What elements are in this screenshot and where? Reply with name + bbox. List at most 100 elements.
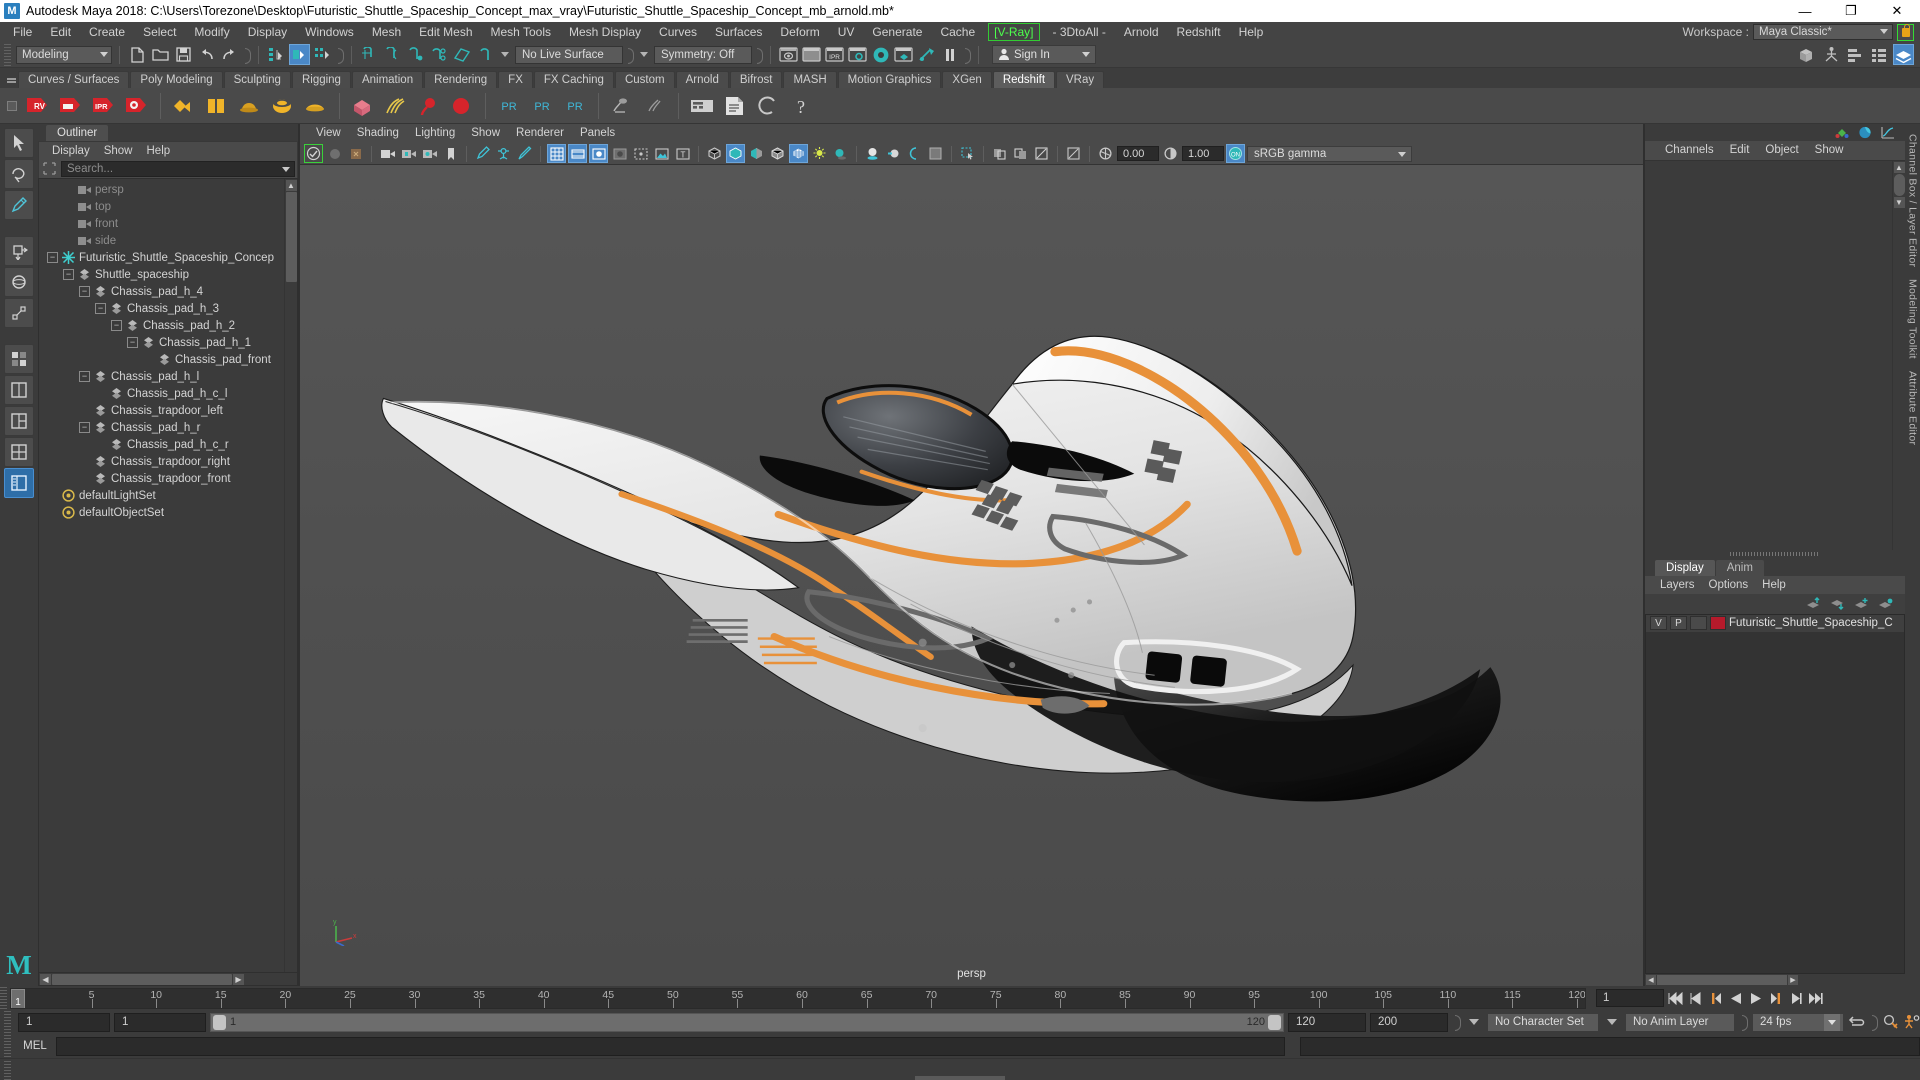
layer-display-type-toggle[interactable]: [1690, 616, 1707, 630]
bookmark-icon[interactable]: [441, 144, 460, 163]
snap-to-point-button[interactable]: [405, 44, 426, 65]
render-region-icon[interactable]: [801, 44, 822, 65]
select-by-hierarchy-button[interactable]: [266, 44, 287, 65]
texture-display-icon[interactable]: [789, 144, 808, 163]
select-tool-button[interactable]: [4, 128, 34, 158]
menu-windows[interactable]: Windows: [296, 22, 363, 42]
show-hide-tool-settings-icon[interactable]: [1869, 44, 1890, 65]
outliner-menu-display[interactable]: Display: [45, 143, 97, 159]
redshift-ies-light-icon[interactable]: [268, 91, 298, 121]
viewport-menu-lighting[interactable]: Lighting: [407, 125, 463, 142]
camera-attributes-icon[interactable]: [346, 144, 365, 163]
xray-active-components-icon[interactable]: [1011, 144, 1030, 163]
scroll-thumb[interactable]: [1893, 174, 1905, 196]
expand-collapse-icon[interactable]: −: [63, 269, 74, 280]
shelf-handle-icon[interactable]: [4, 70, 18, 88]
menu-mesh-display[interactable]: Mesh Display: [560, 22, 650, 42]
viewport-menu-renderer[interactable]: Renderer: [508, 125, 572, 142]
outliner-item[interactable]: − Chassis_pad_h_l: [39, 368, 284, 385]
layer-list-horizontal-scrollbar[interactable]: ◀ ▶: [1645, 974, 1905, 986]
outliner-vertical-scrollbar[interactable]: ▲: [284, 179, 297, 972]
menu-generate[interactable]: Generate: [863, 22, 931, 42]
new-layer-icon[interactable]: [1878, 597, 1893, 610]
lasso-select-tool-button[interactable]: [4, 159, 34, 189]
go-to-end-icon[interactable]: [1807, 990, 1824, 1007]
layer-visibility-toggle[interactable]: V: [1650, 616, 1667, 630]
outliner-item[interactable]: defaultLightSet: [39, 487, 284, 504]
range-slider-grip[interactable]: [4, 1011, 11, 1033]
shelf-tab-vray[interactable]: VRay: [1056, 71, 1105, 88]
outliner-item[interactable]: − Shuttle_spaceship: [39, 266, 284, 283]
menu-curves[interactable]: Curves: [650, 22, 706, 42]
multisample-aa-icon[interactable]: [905, 144, 924, 163]
shelf-tab-custom[interactable]: Custom: [614, 71, 675, 88]
select-by-object-button[interactable]: [289, 44, 310, 65]
camera-settings-icon[interactable]: [420, 144, 439, 163]
viewport-background-icon[interactable]: [926, 144, 945, 163]
expand-collapse-icon[interactable]: −: [47, 252, 58, 263]
outliner-item[interactable]: Chassis_pad_h_c_l: [39, 385, 284, 402]
menu-mesh[interactable]: Mesh: [363, 22, 410, 42]
redshift-render-settings-icon[interactable]: [122, 91, 152, 121]
film-gate-icon[interactable]: [568, 144, 587, 163]
redshift-material-icon[interactable]: [169, 91, 199, 121]
snap-to-view-planes-button[interactable]: [451, 44, 472, 65]
lock-camera-icon[interactable]: [325, 144, 344, 163]
volume-scatter-alt-icon[interactable]: [640, 91, 670, 121]
step-back-keyframe-icon[interactable]: [1687, 990, 1704, 1007]
scroll-down-icon[interactable]: ▼: [1893, 197, 1905, 208]
shelf-tab-arnold[interactable]: Arnold: [675, 71, 729, 88]
resolution-gate-icon[interactable]: [589, 144, 608, 163]
move-layer-down-icon[interactable]: [1830, 597, 1845, 610]
outliner-item[interactable]: − Chassis_pad_h_r: [39, 419, 284, 436]
menu-v-ray[interactable]: [V-Ray]: [988, 23, 1040, 41]
menu-create[interactable]: Create: [80, 22, 134, 42]
outliner-tab[interactable]: Outliner: [46, 125, 109, 141]
script-language-label[interactable]: MEL: [19, 1040, 51, 1052]
shelf-tab-xgen[interactable]: XGen: [942, 71, 992, 88]
current-frame-field[interactable]: 1: [1596, 989, 1664, 1007]
gamma-value-field[interactable]: 1.00: [1182, 146, 1224, 161]
expand-collapse-icon[interactable]: −: [111, 320, 122, 331]
time-slider-grip[interactable]: [0, 987, 7, 1009]
scroll-right-icon[interactable]: ▶: [1788, 975, 1798, 985]
viewport-menu-shading[interactable]: Shading: [349, 125, 407, 142]
isolate-select-icon[interactable]: [958, 144, 977, 163]
menu-redshift[interactable]: Redshift: [1168, 22, 1230, 42]
pr-render-icon-3[interactable]: PR: [560, 91, 590, 121]
hud-text-icon[interactable]: T: [673, 144, 692, 163]
anim-end-field[interactable]: 120: [1288, 1012, 1366, 1032]
range-handle-right[interactable]: [1268, 1014, 1281, 1030]
shelf-tab-mash[interactable]: MASH: [783, 71, 837, 88]
menu-mesh-tools[interactable]: Mesh Tools: [482, 22, 560, 42]
menu-surfaces[interactable]: Surfaces: [706, 22, 771, 42]
layer-menu-help[interactable]: Help: [1755, 577, 1793, 593]
menu-edit[interactable]: Edit: [41, 22, 80, 42]
render-view-icon[interactable]: [778, 44, 799, 65]
shelf-tab-bifrost[interactable]: Bifrost: [729, 71, 783, 88]
rotate-tool-button[interactable]: [4, 267, 34, 297]
menu-set-dropdown[interactable]: Modeling: [16, 45, 112, 64]
select-by-component-button[interactable]: [312, 44, 333, 65]
pr-render-icon-2[interactable]: PR: [527, 91, 557, 121]
scroll-up-icon[interactable]: ▲: [1893, 162, 1905, 173]
redshift-bokeh-icon[interactable]: [414, 91, 444, 121]
outliner-item[interactable]: front: [39, 215, 284, 232]
vertical-tab-modeling-toolkit[interactable]: Modeling Toolkit: [1907, 273, 1919, 365]
range-bar[interactable]: 1 120: [210, 1012, 1284, 1032]
xray-joints-display-icon[interactable]: [1032, 144, 1051, 163]
volume-scatter-icon[interactable]: [607, 91, 637, 121]
redo-button[interactable]: [219, 44, 240, 65]
menu-edit-mesh[interactable]: Edit Mesh: [410, 22, 481, 42]
layout-three-pane-icon[interactable]: [4, 406, 34, 436]
scale-tool-button[interactable]: [4, 298, 34, 328]
go-to-start-icon[interactable]: [1667, 990, 1684, 1007]
outliner-item[interactable]: Chassis_pad_h_c_r: [39, 436, 284, 453]
layer-color-swatch[interactable]: [1710, 616, 1726, 630]
auto-key-icon[interactable]: [1882, 1014, 1899, 1031]
ambient-occlusion-icon[interactable]: [863, 144, 882, 163]
outliner-tree[interactable]: persp top front side − Futuristic_Shuttle_Spa…: [38, 178, 298, 973]
outliner-item[interactable]: Chassis_pad_front: [39, 351, 284, 368]
shelf-tab-redshift[interactable]: Redshift: [992, 71, 1056, 88]
layout-single-pane-icon[interactable]: [4, 375, 34, 405]
